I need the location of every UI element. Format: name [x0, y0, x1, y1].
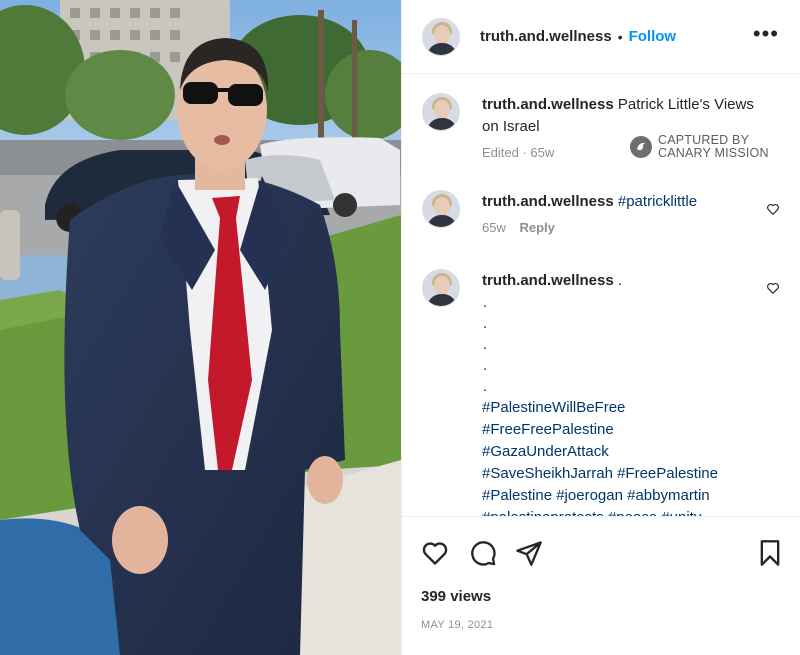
- more-icon[interactable]: •••: [753, 23, 779, 45]
- canary-mission-watermark: CAPTURED BY CANARY MISSION: [630, 130, 780, 164]
- comment-text: .: [617, 272, 623, 289]
- comment-item: truth.and.wellness . . . . . . #Palestin…: [422, 269, 782, 516]
- video-frame-image: [0, 0, 401, 655]
- comment-username[interactable]: truth.and.wellness: [482, 272, 614, 289]
- comment-hashtag[interactable]: #patricklittle: [618, 193, 697, 210]
- heart-icon[interactable]: [766, 202, 780, 216]
- hashtag-line[interactable]: #Palestine #joerogan #abbymartin: [482, 485, 772, 507]
- comment-time: 65w: [482, 220, 506, 235]
- heart-icon[interactable]: [766, 281, 780, 295]
- hashtag-line[interactable]: #FreeFreePalestine: [482, 419, 772, 441]
- dot-line: .: [483, 336, 488, 353]
- avatar[interactable]: [422, 269, 460, 307]
- comment-item: truth.and.wellness #patricklittle 65w Re…: [422, 190, 782, 260]
- comment-username[interactable]: truth.and.wellness: [482, 96, 614, 113]
- hashtag-line[interactable]: #SaveSheikhJarrah #FreePalestine: [482, 463, 772, 485]
- share-icon[interactable]: [515, 539, 543, 567]
- canary-logo-icon: [630, 136, 652, 158]
- hashtag-line[interactable]: #GazaUnderAttack: [482, 441, 772, 463]
- dot-line: .: [483, 378, 488, 395]
- header-username[interactable]: truth.and.wellness: [480, 28, 612, 45]
- hashtag-line[interactable]: #PalestineWillBeFree: [482, 397, 772, 419]
- post-date: MAY 19, 2021: [421, 619, 494, 631]
- avatar[interactable]: [422, 17, 460, 56]
- view-count: 399 views: [421, 588, 492, 605]
- post-header: truth.and.wellness • Follow •••: [402, 0, 800, 74]
- avatar[interactable]: [422, 190, 460, 228]
- heart-icon[interactable]: [421, 539, 449, 567]
- hashtag-line[interactable]: #palestineprotests #peace #unity: [482, 507, 772, 516]
- reply-button[interactable]: Reply: [519, 220, 554, 235]
- dot-line: .: [483, 294, 488, 311]
- bookmark-icon[interactable]: [756, 539, 784, 567]
- avatar[interactable]: [422, 93, 460, 131]
- header-separator: •: [617, 28, 623, 45]
- watermark-line2: CANARY MISSION: [658, 146, 769, 160]
- post-actions: 399 views MAY 19, 2021: [401, 516, 800, 655]
- follow-button[interactable]: Follow: [629, 28, 677, 45]
- comment-username[interactable]: truth.and.wellness: [482, 193, 614, 210]
- dot-line: .: [483, 357, 488, 374]
- dot-line: .: [483, 315, 488, 332]
- post-video[interactable]: [0, 0, 401, 655]
- comment-icon[interactable]: [469, 539, 497, 567]
